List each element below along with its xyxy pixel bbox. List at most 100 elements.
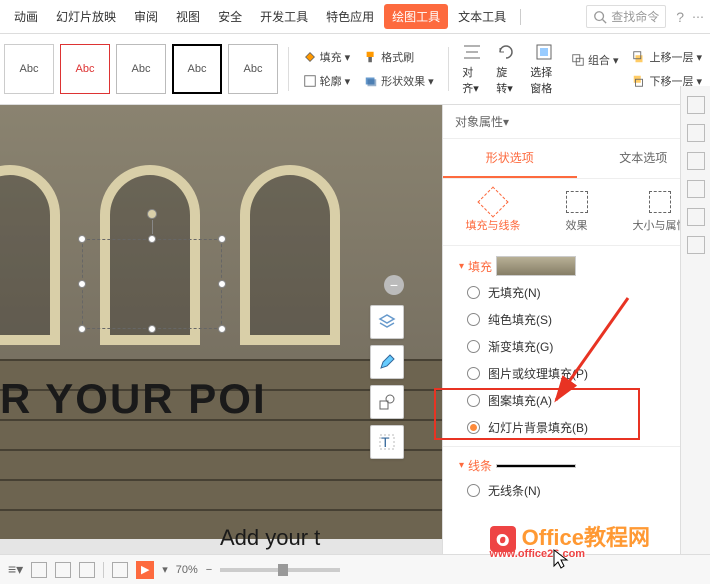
size-icon	[649, 191, 671, 213]
svg-text:O: O	[496, 532, 508, 549]
select-pane-icon	[534, 42, 554, 62]
shapes-icon	[378, 393, 396, 411]
rotate-handle[interactable]	[147, 209, 157, 219]
line-section: 线条 无线条(N)	[443, 447, 710, 509]
move-down-icon	[632, 74, 646, 88]
tab-shape-options[interactable]: 形状选项	[443, 139, 577, 178]
shape-style-4[interactable]: Abc	[172, 44, 222, 94]
resize-handle-br[interactable]	[218, 325, 226, 333]
shape-style-gallery[interactable]: Abc Abc Abc Abc Abc	[4, 44, 278, 94]
comment-icon[interactable]	[112, 562, 128, 578]
panel-tabs: 形状选项 文本选项	[443, 139, 710, 179]
text-icon: T	[378, 433, 396, 451]
layers-tool[interactable]	[370, 305, 404, 339]
panel-title: 对象属性	[455, 113, 503, 130]
tab-security[interactable]: 安全	[210, 4, 250, 29]
overflow-icon[interactable]: ⋯	[692, 10, 704, 24]
resize-handle-b[interactable]	[148, 325, 156, 333]
tab-animation[interactable]: 动画	[6, 4, 46, 29]
line-options: 无线条(N)	[459, 474, 694, 499]
shapes-tool[interactable]	[370, 385, 404, 419]
side-tool-6[interactable]	[687, 236, 705, 254]
select-pane-button[interactable]: 选择窗格	[526, 40, 561, 98]
tab-dev[interactable]: 开发工具	[252, 4, 316, 29]
rotate-icon	[496, 42, 516, 62]
selection-border	[82, 239, 222, 329]
fill-line-icon	[477, 186, 508, 217]
tab-view[interactable]: 视图	[168, 4, 208, 29]
selected-shape[interactable]	[82, 239, 222, 329]
shape-style-5[interactable]: Abc	[228, 44, 278, 94]
divider	[103, 562, 104, 578]
fill-icon	[303, 50, 317, 64]
radio-icon	[467, 286, 480, 299]
group-button[interactable]: 组合▾	[567, 50, 623, 70]
tab-text-tools[interactable]: 文本工具	[450, 4, 514, 29]
subtab-fill-line[interactable]: 填充与线条	[466, 191, 521, 233]
side-tool-2[interactable]	[687, 124, 705, 142]
radio-icon	[467, 340, 480, 353]
fill-section-header[interactable]: 填充	[459, 256, 694, 276]
pen-icon	[378, 353, 396, 371]
line-section-header[interactable]: 线条	[459, 457, 694, 474]
tab-drawing-tools[interactable]: 绘图工具	[384, 4, 448, 29]
annotation-arrow	[538, 290, 638, 420]
search-command[interactable]: 查找命令	[586, 5, 666, 28]
fill-button[interactable]: 填充▾	[299, 47, 355, 67]
line-preview[interactable]	[496, 464, 576, 468]
zoom-slider[interactable]	[220, 568, 340, 572]
slide-sub-text: Add your t	[220, 525, 320, 551]
effect-icon	[566, 191, 588, 213]
panel-subtabs: 填充与线条 效果 大小与属性	[443, 179, 710, 246]
search-icon	[593, 10, 607, 24]
resize-handle-t[interactable]	[148, 235, 156, 243]
shape-style-2[interactable]: Abc	[60, 44, 110, 94]
shape-style-3[interactable]: Abc	[116, 44, 166, 94]
resize-handle-r[interactable]	[218, 280, 226, 288]
tab-slideshow[interactable]: 幻灯片放映	[48, 4, 124, 29]
line-none-radio[interactable]: 无线条(N)	[467, 482, 694, 499]
view-sorter-icon[interactable]	[55, 562, 71, 578]
move-up-button[interactable]: 上移一层▾	[628, 47, 706, 67]
move-up-icon	[632, 50, 646, 64]
side-tool-5[interactable]	[687, 208, 705, 226]
tab-review[interactable]: 审阅	[126, 4, 166, 29]
side-toolbar	[680, 86, 710, 554]
zoom-out-button[interactable]: −	[384, 275, 404, 295]
shape-effect-button[interactable]: 形状效果▾	[360, 71, 438, 91]
tab-special[interactable]: 特色应用	[318, 4, 382, 29]
zoom-thumb[interactable]	[278, 564, 288, 576]
zoom-out-icon[interactable]: −	[206, 564, 212, 576]
text-tool[interactable]: T	[370, 425, 404, 459]
zoom-value[interactable]: 70%	[176, 564, 198, 576]
resize-handle-tr[interactable]	[218, 235, 226, 243]
rotate-button[interactable]: 旋转▾	[492, 40, 520, 98]
ribbon: Abc Abc Abc Abc Abc 填充▾ 轮廓▾ 格式刷 形状效果▾ 对齐…	[0, 34, 710, 105]
side-tool-4[interactable]	[687, 180, 705, 198]
radio-icon	[467, 367, 480, 380]
fill-preview[interactable]	[496, 256, 576, 276]
side-tool-3[interactable]	[687, 152, 705, 170]
format-painter-button[interactable]: 格式刷	[360, 47, 438, 67]
view-reading-icon[interactable]	[79, 562, 95, 578]
resize-handle-tl[interactable]	[78, 235, 86, 243]
resize-handle-l[interactable]	[78, 280, 86, 288]
shape-style-1[interactable]: Abc	[4, 44, 54, 94]
cursor-icon	[552, 548, 570, 570]
floating-toolbar: T	[370, 305, 404, 459]
slide-canvas[interactable]: ER YOUR POI Add your t − T	[0, 105, 442, 579]
notes-toggle[interactable]: ≡▾	[8, 561, 23, 578]
resize-handle-bl[interactable]	[78, 325, 86, 333]
side-tool-1[interactable]	[687, 96, 705, 114]
outline-icon	[303, 74, 317, 88]
slide-title-text: ER YOUR POI	[0, 375, 267, 423]
help-icon[interactable]: ?	[676, 9, 684, 25]
view-normal-icon[interactable]	[31, 562, 47, 578]
align-button[interactable]: 对齐▾	[458, 40, 486, 98]
brush-icon	[364, 50, 378, 64]
play-dropdown[interactable]: ▾	[162, 563, 168, 576]
outline-button[interactable]: 轮廓▾	[299, 71, 355, 91]
play-button[interactable]: ▶	[136, 561, 154, 579]
pen-tool[interactable]	[370, 345, 404, 379]
subtab-effect[interactable]: 效果	[566, 191, 588, 233]
